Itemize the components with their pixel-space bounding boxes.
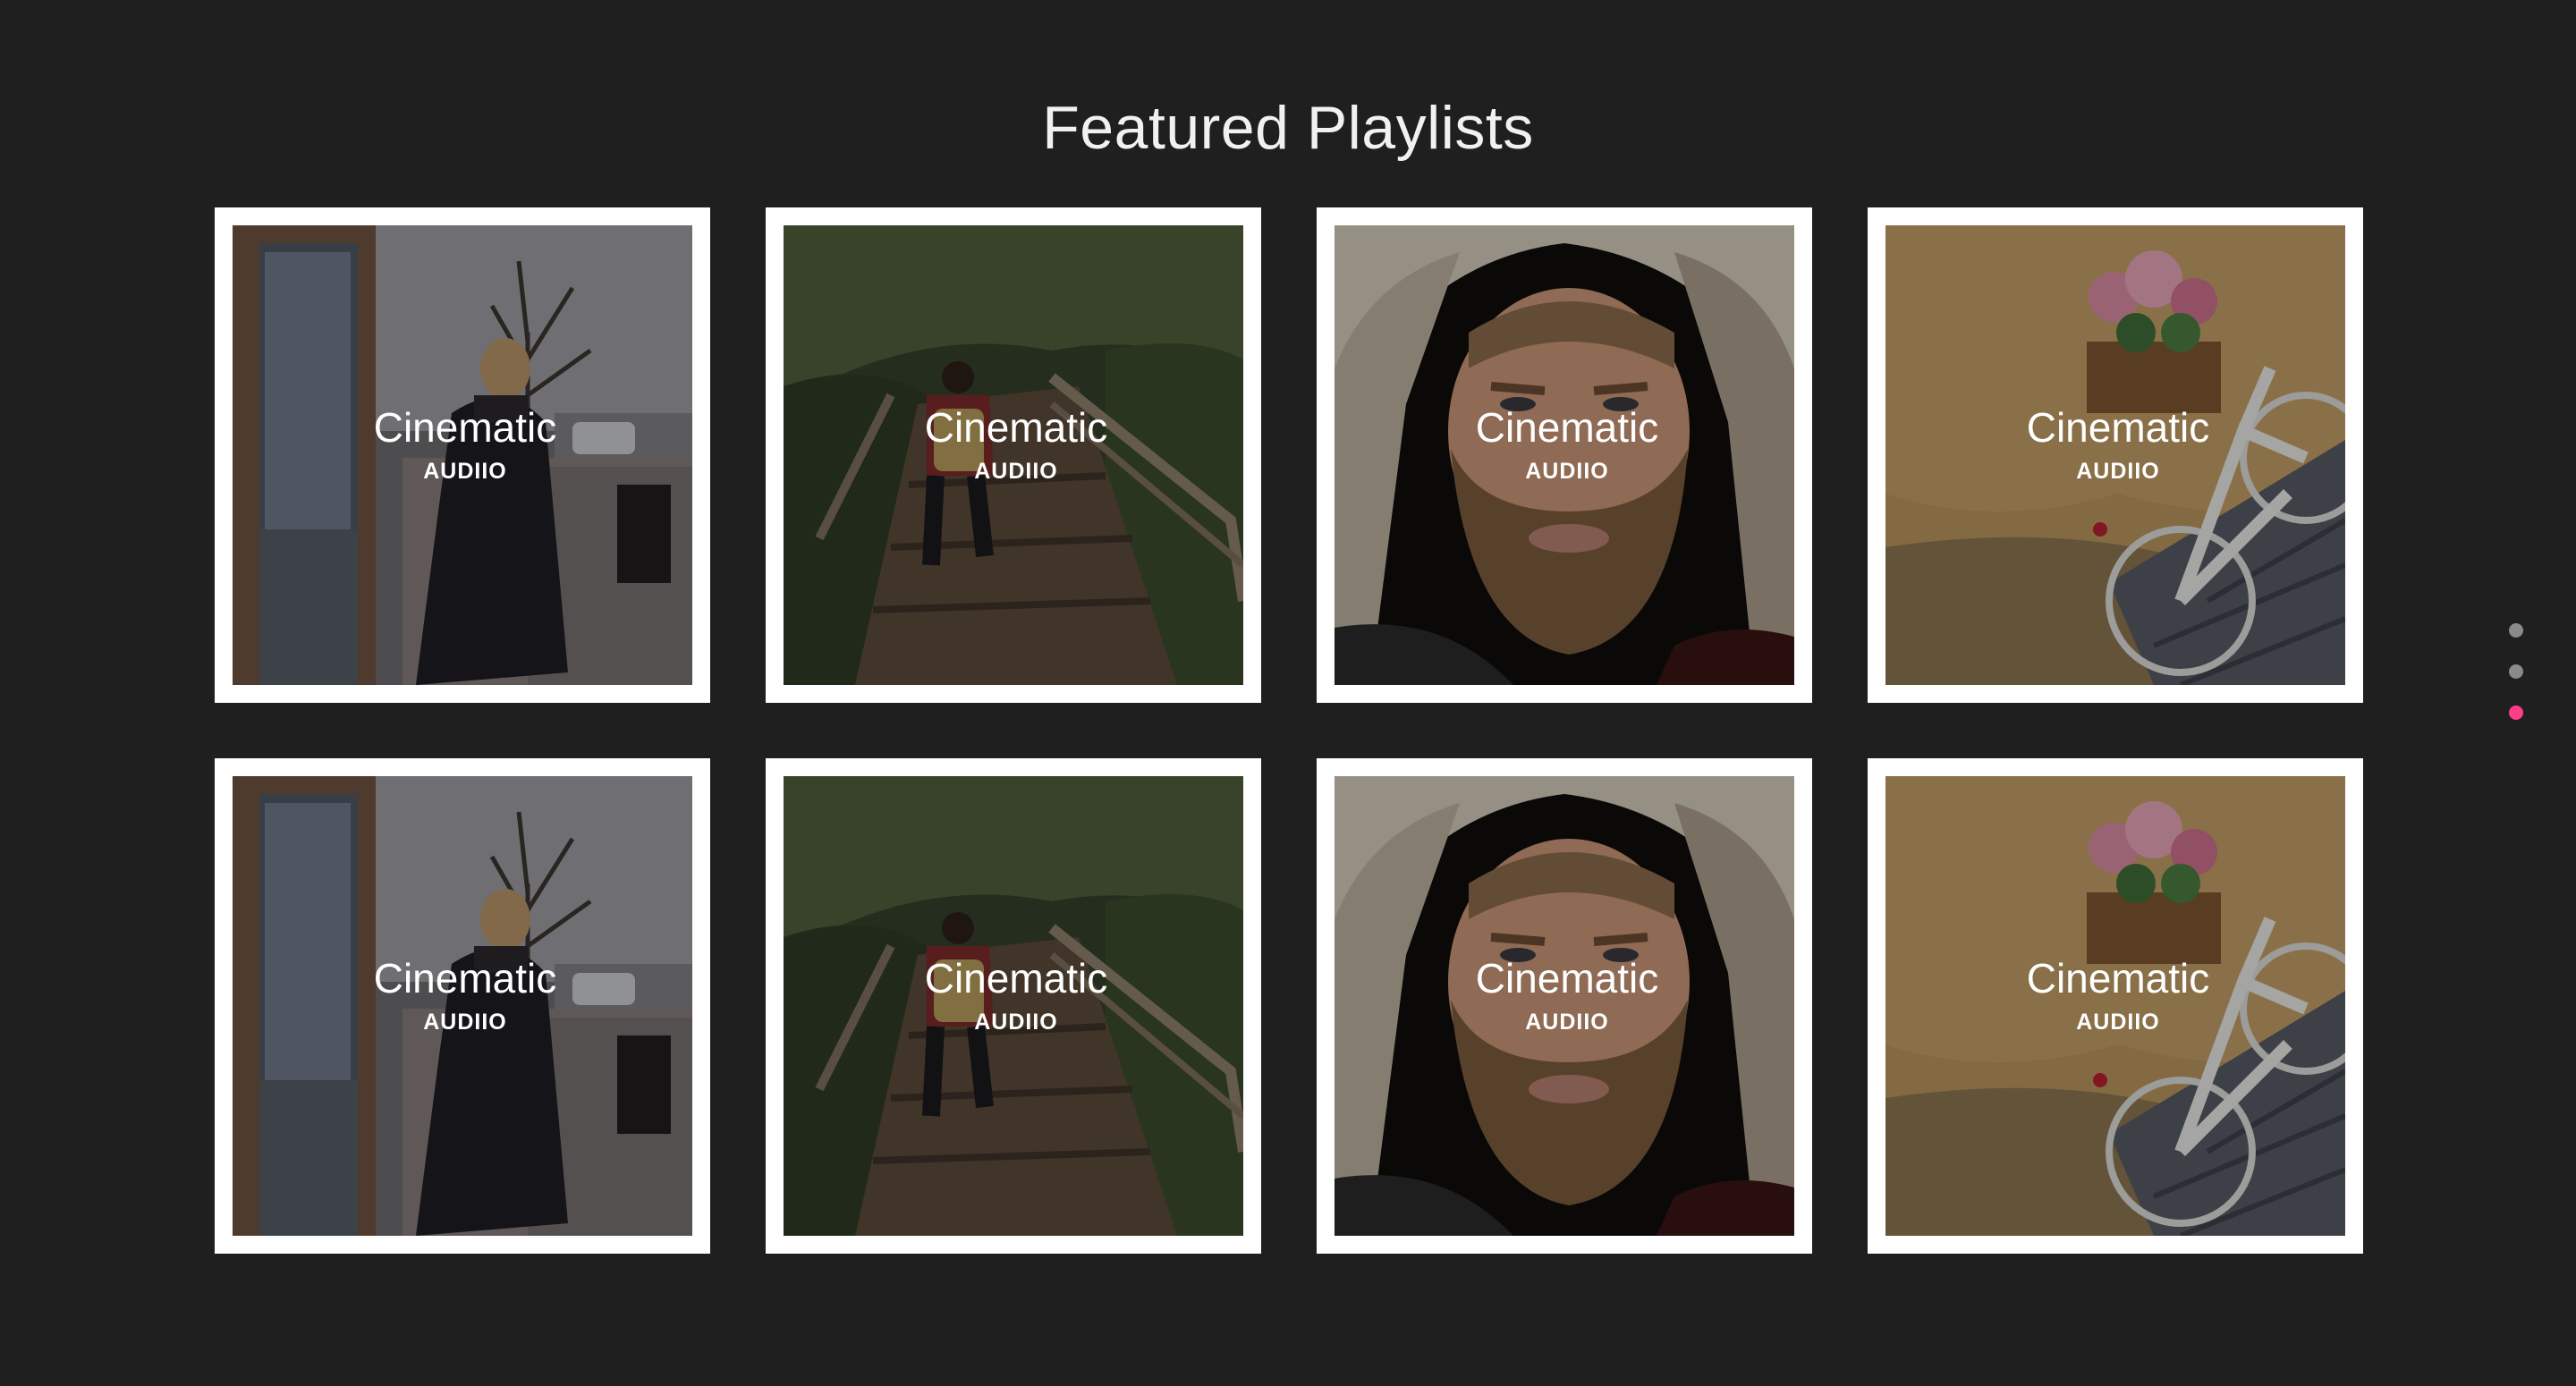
pagination-dot-2[interactable] <box>2509 664 2523 679</box>
playlist-card[interactable]: Cinematic AUDIIO <box>766 758 1261 1254</box>
playlist-card[interactable]: Cinematic AUDIIO <box>215 758 710 1254</box>
playlist-subtitle: AUDIIO <box>423 1010 507 1035</box>
playlist-card[interactable]: Cinematic AUDIIO <box>215 207 710 703</box>
playlist-card[interactable]: Cinematic AUDIIO <box>1868 207 2363 703</box>
section-title: Featured Playlists <box>1042 94 1534 162</box>
playlist-title: Cinematic <box>1475 955 1659 1001</box>
playlist-card[interactable]: Cinematic AUDIIO <box>1317 207 1812 703</box>
playlist-subtitle: AUDIIO <box>1525 1010 1609 1035</box>
playlist-card[interactable]: Cinematic AUDIIO <box>766 207 1261 703</box>
playlist-title: Cinematic <box>1475 404 1659 451</box>
playlist-cover-image <box>784 776 1243 1236</box>
playlist-subtitle: AUDIIO <box>2076 459 2160 484</box>
playlist-cover-image <box>1335 225 1794 685</box>
playlist-cover-image <box>784 225 1243 685</box>
playlist-card[interactable]: Cinematic AUDIIO <box>1317 758 1812 1254</box>
pagination-dots <box>2506 623 2528 722</box>
playlist-title: Cinematic <box>2026 404 2210 451</box>
playlist-cover-image <box>1335 776 1794 1236</box>
playlist-card[interactable]: Cinematic AUDIIO <box>1868 758 2363 1254</box>
playlist-cover-image <box>233 225 692 685</box>
playlist-cover-image <box>1885 225 2345 685</box>
playlist-title: Cinematic <box>924 955 1108 1001</box>
featured-playlists-page: Featured Playlists Cinematic AUDIIO Cine… <box>0 0 2576 1386</box>
playlist-cover-image <box>233 776 692 1236</box>
playlist-title: Cinematic <box>924 404 1108 451</box>
playlist-title: Cinematic <box>373 955 557 1001</box>
playlist-subtitle: AUDIIO <box>423 459 507 484</box>
playlist-title: Cinematic <box>373 404 557 451</box>
playlist-subtitle: AUDIIO <box>974 1010 1058 1035</box>
playlist-subtitle: AUDIIO <box>2076 1010 2160 1035</box>
pagination-dot-3-active[interactable] <box>2509 706 2523 720</box>
playlist-subtitle: AUDIIO <box>974 459 1058 484</box>
pagination-dot-1[interactable] <box>2509 623 2523 638</box>
playlist-subtitle: AUDIIO <box>1525 459 1609 484</box>
playlist-grid: Cinematic AUDIIO Cinematic AUDIIO Cinema… <box>215 207 2365 1255</box>
playlist-cover-image <box>1885 776 2345 1236</box>
playlist-title: Cinematic <box>2026 955 2210 1001</box>
